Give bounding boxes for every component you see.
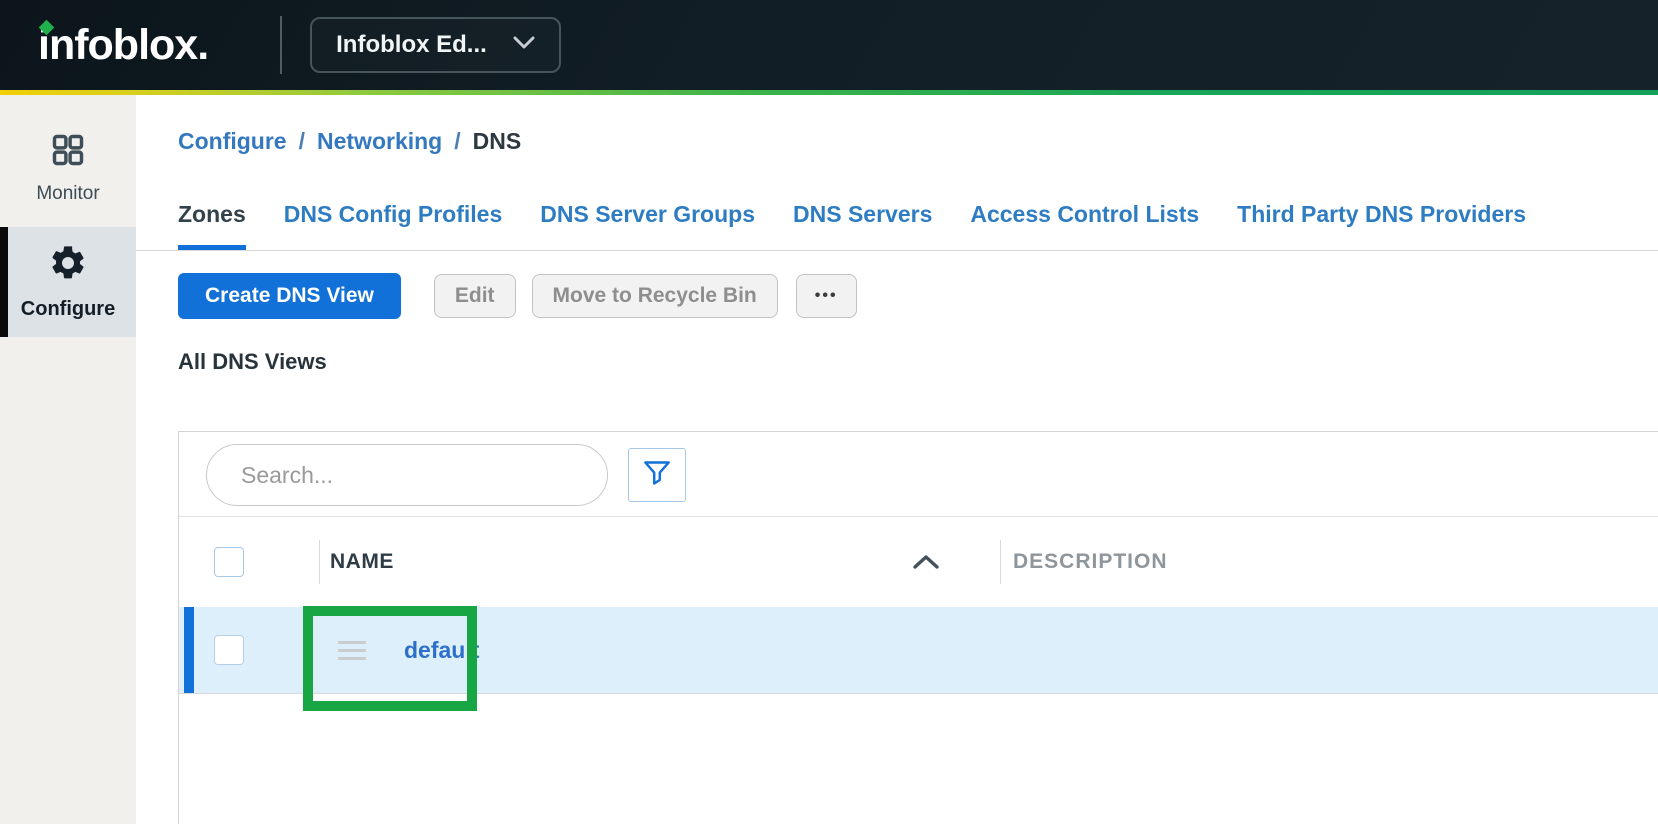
app-window: infoblox. Infoblox Ed... Monitor <box>0 0 1658 824</box>
breadcrumb-separator: / <box>299 128 305 155</box>
header-divider <box>280 16 282 74</box>
gear-icon <box>48 243 88 288</box>
tab-dns-server-groups[interactable]: DNS Server Groups <box>540 201 755 250</box>
breadcrumb-link-configure[interactable]: Configure <box>178 128 287 155</box>
breadcrumb-link-networking[interactable]: Networking <box>317 128 442 155</box>
breadcrumb-separator: / <box>454 128 460 155</box>
row-checkbox[interactable] <box>214 635 244 665</box>
dns-view-name-link[interactable]: default <box>404 637 479 664</box>
main-content: Configure / Networking / DNS Zones DNS C… <box>136 95 1658 824</box>
sidebar-item-label: Monitor <box>36 183 99 205</box>
filter-button[interactable] <box>628 448 686 502</box>
row-selected-accent <box>184 607 194 693</box>
sidebar-item-monitor[interactable]: Monitor <box>0 95 136 227</box>
select-all-checkbox[interactable] <box>214 547 244 577</box>
breadcrumb-current-dns: DNS <box>473 128 522 155</box>
column-header-description[interactable]: DESCRIPTION <box>1000 540 1658 584</box>
table-header-row: NAME DESCRIPTION <box>179 517 1658 607</box>
search-input[interactable] <box>206 444 608 506</box>
funnel-icon <box>643 460 671 491</box>
tab-dns-servers[interactable]: DNS Servers <box>793 201 932 250</box>
column-header-name[interactable]: NAME <box>319 540 1000 584</box>
more-actions-button[interactable]: ••• <box>796 274 857 318</box>
tab-zones[interactable]: Zones <box>178 201 246 250</box>
table-search-row <box>179 432 1658 506</box>
sort-ascending-icon[interactable] <box>912 554 940 570</box>
sidebar: Monitor Configure <box>0 95 136 824</box>
edition-dropdown-label: Infoblox Ed... <box>336 31 487 59</box>
breadcrumb: Configure / Networking / DNS <box>178 128 1658 155</box>
move-to-recycle-bin-button[interactable]: Move to Recycle Bin <box>532 274 778 318</box>
edition-dropdown[interactable]: Infoblox Ed... <box>310 17 561 73</box>
infoblox-logo-text: infoblox. <box>38 21 208 69</box>
infoblox-logo: infoblox. <box>38 24 208 67</box>
section-title: All DNS Views <box>178 349 1658 375</box>
table-row-default[interactable]: default <box>179 607 1658 694</box>
top-header: infoblox. Infoblox Ed... <box>0 0 1658 90</box>
grid-icon <box>50 132 86 173</box>
tab-access-control-lists[interactable]: Access Control Lists <box>970 201 1199 250</box>
edit-button[interactable]: Edit <box>434 274 516 318</box>
sidebar-item-label: Configure <box>21 298 115 321</box>
toolbar: Create DNS View Edit Move to Recycle Bin… <box>178 273 1658 319</box>
sidebar-item-configure[interactable]: Configure <box>0 227 136 337</box>
tab-bar: Zones DNS Config Profiles DNS Server Gro… <box>136 201 1658 251</box>
create-dns-view-button[interactable]: Create DNS View <box>178 273 401 319</box>
tab-dns-config-profiles[interactable]: DNS Config Profiles <box>284 201 503 250</box>
tab-third-party-dns-providers[interactable]: Third Party DNS Providers <box>1237 201 1526 250</box>
dns-views-table-panel: NAME DESCRIPTION <box>178 431 1658 824</box>
drag-handle-icon[interactable] <box>338 641 366 660</box>
chevron-down-icon <box>513 36 535 55</box>
